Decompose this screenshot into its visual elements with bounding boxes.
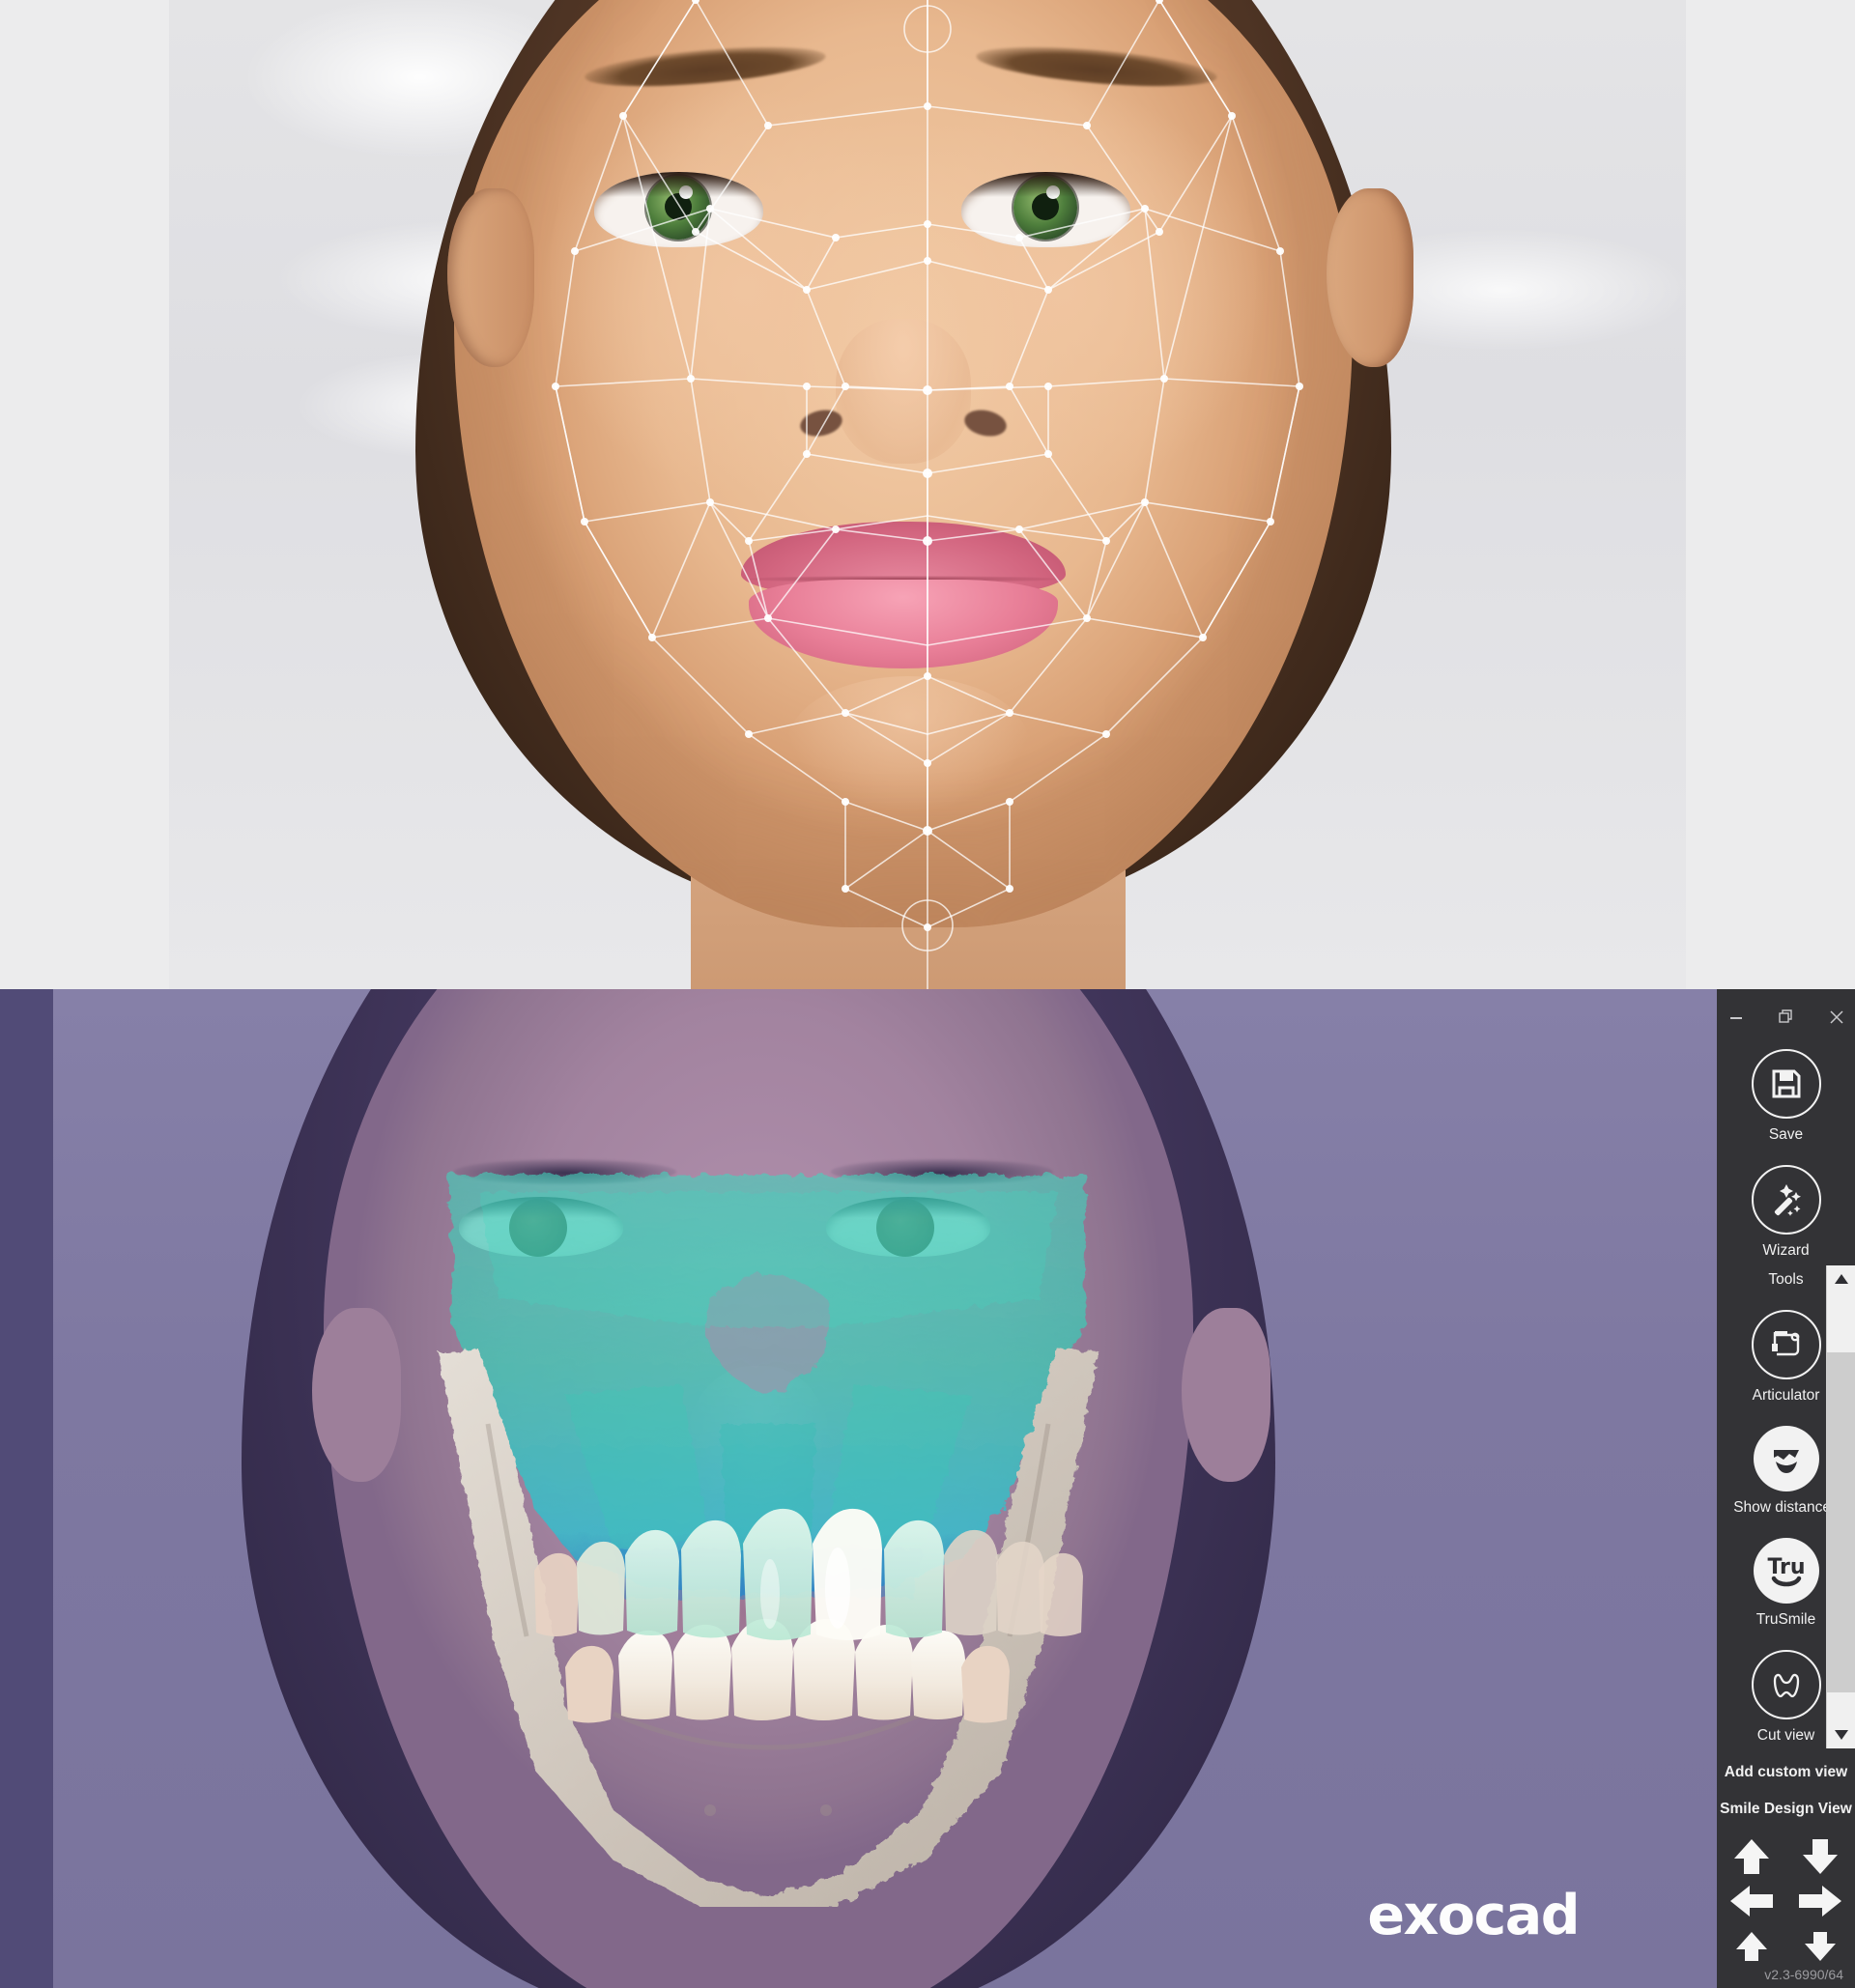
trusmile-label: TruSmile [1755,1611,1816,1628]
patient-photo-3d-viewport[interactable]: exocad [53,989,1717,1988]
add-custom-view-button[interactable]: Add custom view [1717,1764,1855,1781]
cut-view-icon [1751,1650,1821,1719]
arrow-up-small-icon[interactable] [1727,1924,1777,1967]
wizard-icon [1751,1165,1821,1235]
arrow-right-icon[interactable] [1795,1880,1845,1922]
right-toolbar: Save Wizard Tools Articulator Show dista… [1717,989,1855,1988]
toolbar-scrollbar[interactable] [1826,1265,1855,1748]
face-landmark-mesh-overlay [552,0,1303,989]
trusmile-icon: Tru [1753,1538,1819,1604]
cut-view-label: Cut view [1756,1727,1815,1744]
svg-text:Tru: Tru [1767,1555,1805,1579]
close-button[interactable] [1826,1007,1847,1028]
articulator-label: Articulator [1752,1387,1820,1404]
show-distances-label: Show distances [1733,1499,1839,1516]
toolbar-scroll-thumb[interactable] [1827,1352,1855,1692]
arrow-down-icon[interactable] [1795,1835,1845,1878]
exocad-logo: exocad [1367,1884,1580,1947]
viewport-ear-right [1182,1308,1270,1482]
left-edge-strip [0,989,53,1988]
version-label: v2.3-6990/64 [1764,1967,1843,1982]
articulator-icon [1751,1310,1821,1379]
cbct-skull-model[interactable] [420,1134,1116,1907]
wizard-tool[interactable]: Wizard [1717,1165,1855,1260]
save-icon [1751,1049,1821,1119]
face-scan-photo-panel [0,0,1855,989]
save-tool[interactable]: Save [1717,1049,1855,1144]
arrow-up-icon[interactable] [1727,1835,1777,1878]
restore-button[interactable] [1776,1007,1797,1028]
window-controls [1717,989,1855,1028]
smile-design-view-button[interactable]: Smile Design View [1717,1801,1855,1818]
view-navigation-arrows[interactable] [1717,1835,1855,1967]
toolbar-scroll-down-icon[interactable] [1827,1721,1855,1748]
arrow-down-small-icon[interactable] [1795,1924,1845,1967]
save-label: Save [1768,1126,1804,1143]
minimize-button[interactable] [1726,1007,1747,1028]
show-distances-icon [1753,1426,1819,1491]
exocad-application-window: exocad -1-0,94-0,88-0,81-0,75-0,69-0,62-… [0,989,1855,1988]
wizard-label: Wizard [1762,1242,1810,1259]
arrow-left-icon[interactable] [1727,1880,1777,1922]
viewport-ear-left [312,1308,401,1482]
toolbar-scroll-up-icon[interactable] [1827,1265,1855,1292]
patient-face-photo [169,0,1686,989]
